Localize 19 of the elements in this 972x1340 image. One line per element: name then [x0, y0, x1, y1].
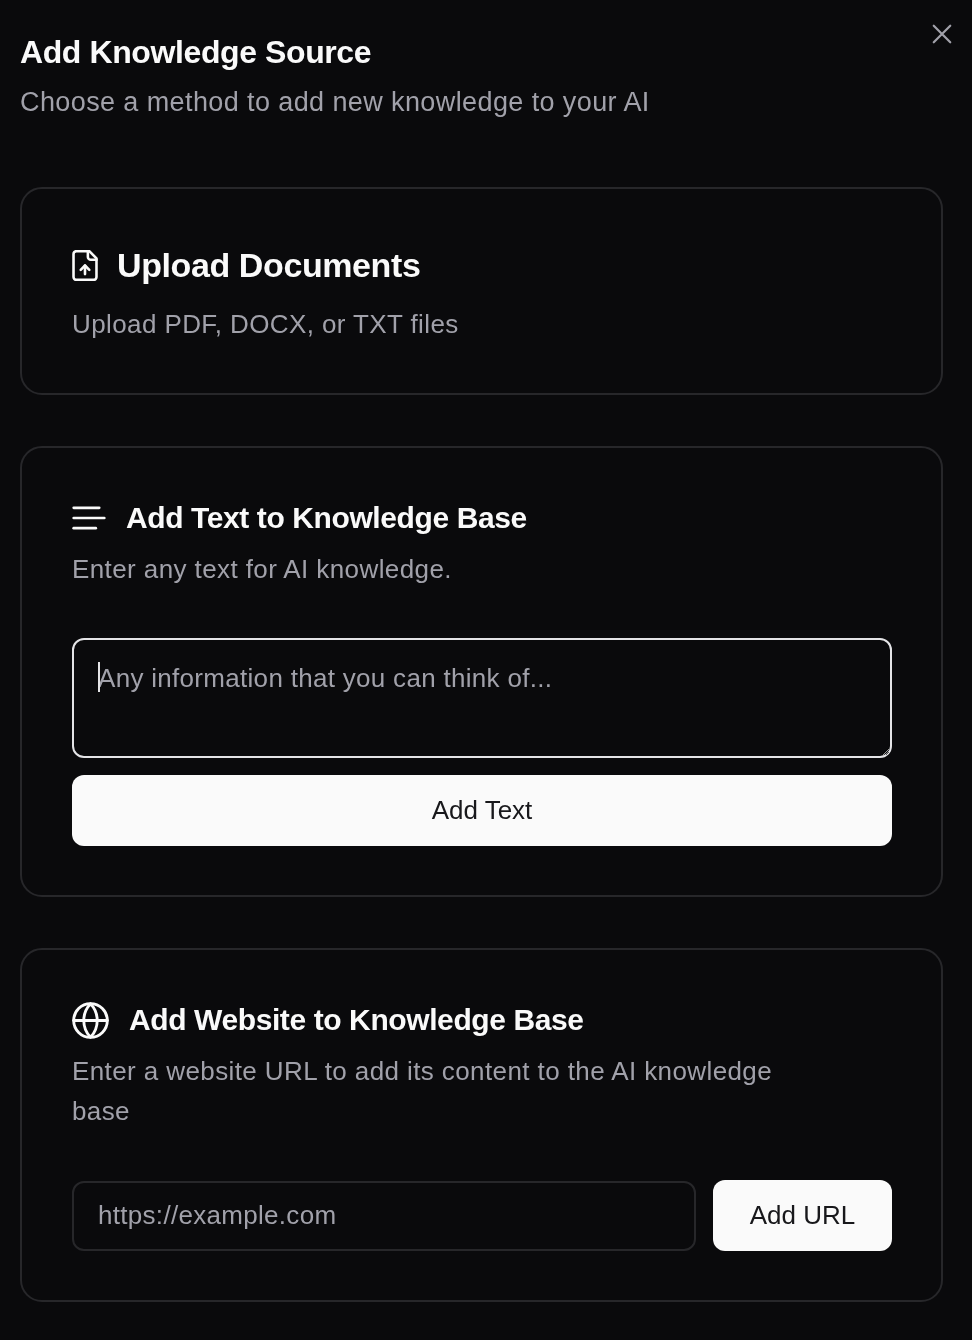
card-title: Add Website to Knowledge Base [129, 1002, 584, 1038]
text-lines-icon [72, 506, 106, 530]
text-cursor [98, 662, 100, 692]
card-title: Upload Documents [117, 245, 421, 286]
card-description: Enter any text for AI knowledge. [72, 553, 453, 586]
card-description: Enter a website URL to add its content to the AI knowledge base [72, 1055, 774, 1128]
upload-card[interactable]: Upload Documents Upload PDF, DOCX, or TXT files [20, 187, 943, 395]
globe-icon [72, 1001, 109, 1039]
close-button[interactable] [930, 22, 954, 46]
dialog-title: Add Knowledge Source [20, 33, 373, 72]
add-url-button[interactable]: Add URL [713, 1180, 892, 1251]
add-text-button[interactable]: Add Text [72, 775, 892, 846]
close-icon [931, 23, 953, 45]
file-upload-icon [72, 249, 98, 281]
url-input-field[interactable]: https://example.com [72, 1180, 696, 1251]
card-title: Add Text to Knowledge Base [126, 500, 527, 536]
dialog-subtitle: Choose a method to add new knowledge to your AI [20, 86, 650, 119]
text-area[interactable]: Any information that you can think of... [72, 638, 892, 758]
card-description: Upload PDF, DOCX, or TXT files [72, 308, 460, 341]
